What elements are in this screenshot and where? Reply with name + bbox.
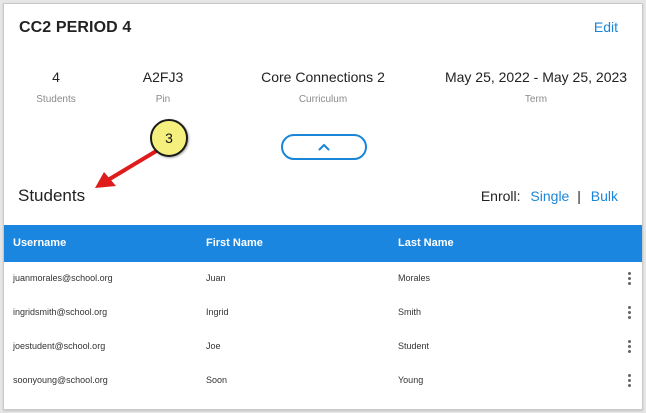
table-row: soonyoung@school.org Soon Young [4,364,642,398]
collapse-details-button[interactable] [281,134,367,160]
stat-students: 4 Students [36,69,75,105]
enroll-bulk-link[interactable]: Bulk [591,188,618,204]
table-row: juanmorales@school.org Juan Morales [4,262,642,296]
stat-value: May 25, 2022 - May 25, 2023 [444,69,628,85]
cell-username: juanmorales@school.org [13,273,113,283]
stat-value: 4 [52,69,60,85]
table-header: Username First Name Last Name [4,225,642,262]
column-header-username[interactable]: Username [13,237,66,249]
cell-first-name: Soon [206,375,228,385]
enroll-controls: Enroll: Single | Bulk [481,188,618,204]
cell-first-name: Ingrid [206,307,229,317]
enroll-label: Enroll: [480,188,521,204]
stat-label: Curriculum [298,94,348,105]
stat-term: May 25, 2022 - May 25, 2023 Term [445,69,627,105]
cell-last-name: Student [398,341,430,351]
cell-last-name: Morales [398,273,431,283]
column-header-first-name[interactable]: First Name [206,237,263,249]
edit-link[interactable]: Edit [594,19,618,35]
students-heading: Students [18,186,86,205]
stat-value: Core Connections 2 [261,69,385,85]
stat-label: Term [524,94,548,105]
column-header-last-name[interactable]: Last Name [398,237,454,249]
table-row: ingridsmith@school.org Ingrid Smith [4,296,642,330]
cell-username: soonyoung@school.org [13,375,108,385]
stat-value: A2FJ3 [142,69,184,85]
enroll-separator: | [577,188,581,204]
class-card: CC2 PERIOD 4 Edit 4 Students A2FJ3 Pin C… [3,3,643,410]
class-title: CC2 PERIOD 4 [19,19,132,36]
stat-label: Students [36,94,76,105]
table-row: joestudent@school.org Joe Student [4,330,642,364]
step-callout-badge: 3 [150,119,188,157]
stat-pin: A2FJ3 Pin [143,69,183,105]
row-menu-icon[interactable] [624,271,634,287]
enroll-single-link[interactable]: Single [530,188,569,204]
cell-first-name: Juan [206,273,226,283]
row-menu-icon[interactable] [624,339,634,355]
stat-curriculum: Core Connections 2 Curriculum [261,69,385,105]
cell-first-name: Joe [206,341,221,351]
cell-last-name: Smith [398,307,422,317]
cell-username: joestudent@school.org [13,341,106,351]
cell-username: ingridsmith@school.org [13,307,108,317]
row-menu-icon[interactable] [624,305,634,321]
chevron-up-icon [318,144,330,151]
row-menu-icon[interactable] [624,373,634,389]
stat-label: Pin [155,94,171,105]
cell-last-name: Young [398,375,424,385]
